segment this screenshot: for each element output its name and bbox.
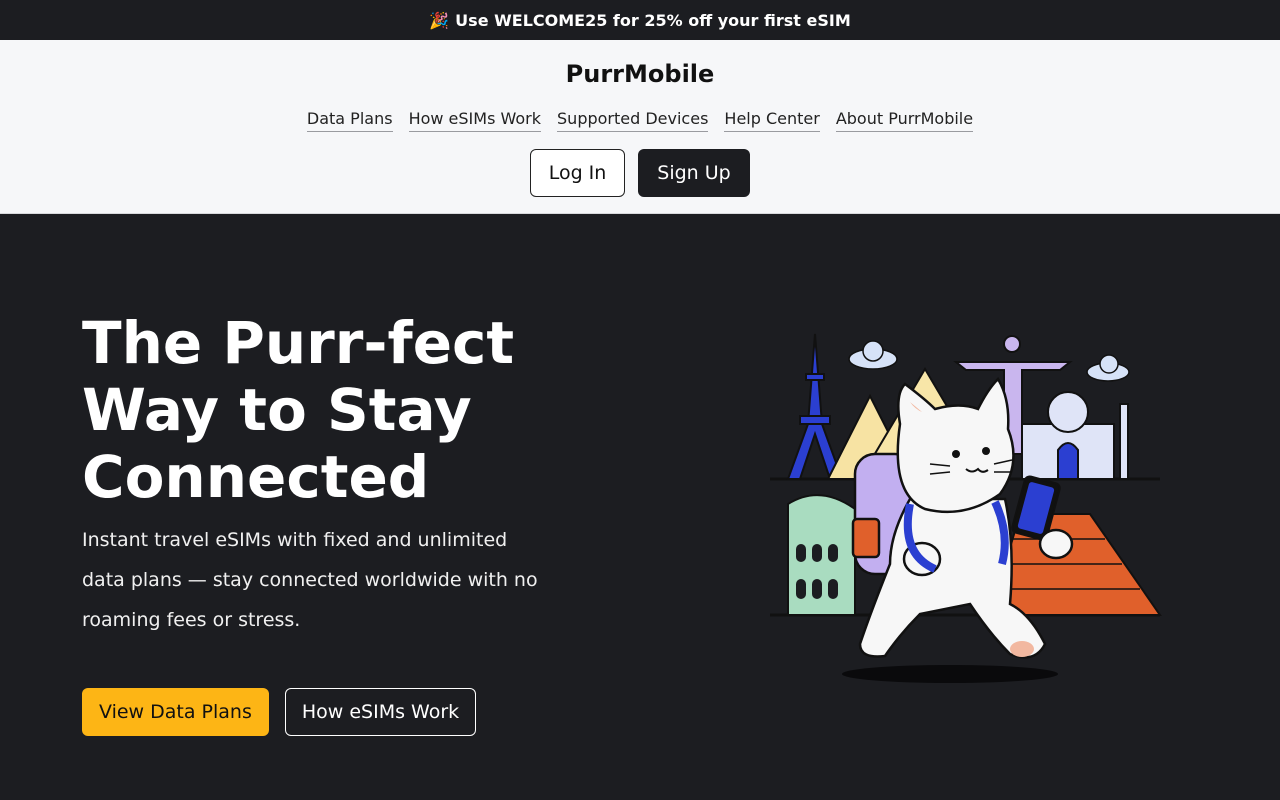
how-esims-work-button[interactable]: How eSIMs Work [284,688,477,736]
nav-link-about[interactable]: About PurrMobile [835,108,974,132]
brand-logo[interactable]: PurrMobile [0,58,1280,90]
nav-link-supported-devices[interactable]: Supported Devices [557,108,709,132]
taj-mahal-icon [1021,391,1129,480]
hero-title: The Purr-fect Way to Stay Connected [82,309,515,511]
traveling-cat-illustration [770,333,1162,683]
promo-text: Use WELCOME25 for 25% off your first eSI… [455,10,851,30]
hero-cta-row: View Data Plans How eSIMs Work [82,688,477,736]
party-popper-icon: 🎉 [429,10,450,30]
signup-button[interactable]: Sign Up [638,149,750,197]
site-header: PurrMobile Data Plans How eSIMs Work Sup… [0,40,1280,214]
main-nav: Data Plans How eSIMs Work Supported Devi… [0,108,1280,132]
cloud-left-icon [848,340,898,370]
auth-buttons: Log In Sign Up [0,149,1280,197]
promo-banner: 🎉 Use WELCOME25 for 25% off your first e… [0,0,1280,40]
view-data-plans-button[interactable]: View Data Plans [82,688,269,736]
hero-section: The Purr-fect Way to Stay Connected Inst… [0,214,1280,800]
eiffel-tower-icon [786,333,844,480]
nav-link-data-plans[interactable]: Data Plans [306,108,393,132]
colosseum-icon [787,494,856,616]
nav-link-help-center[interactable]: Help Center [724,108,820,132]
hero-subtitle: Instant travel eSIMs with fixed and unli… [82,529,538,631]
login-button[interactable]: Log In [530,149,625,197]
cloud-right-icon [1086,354,1130,382]
nav-link-how-esims-work[interactable]: How eSIMs Work [408,108,542,132]
